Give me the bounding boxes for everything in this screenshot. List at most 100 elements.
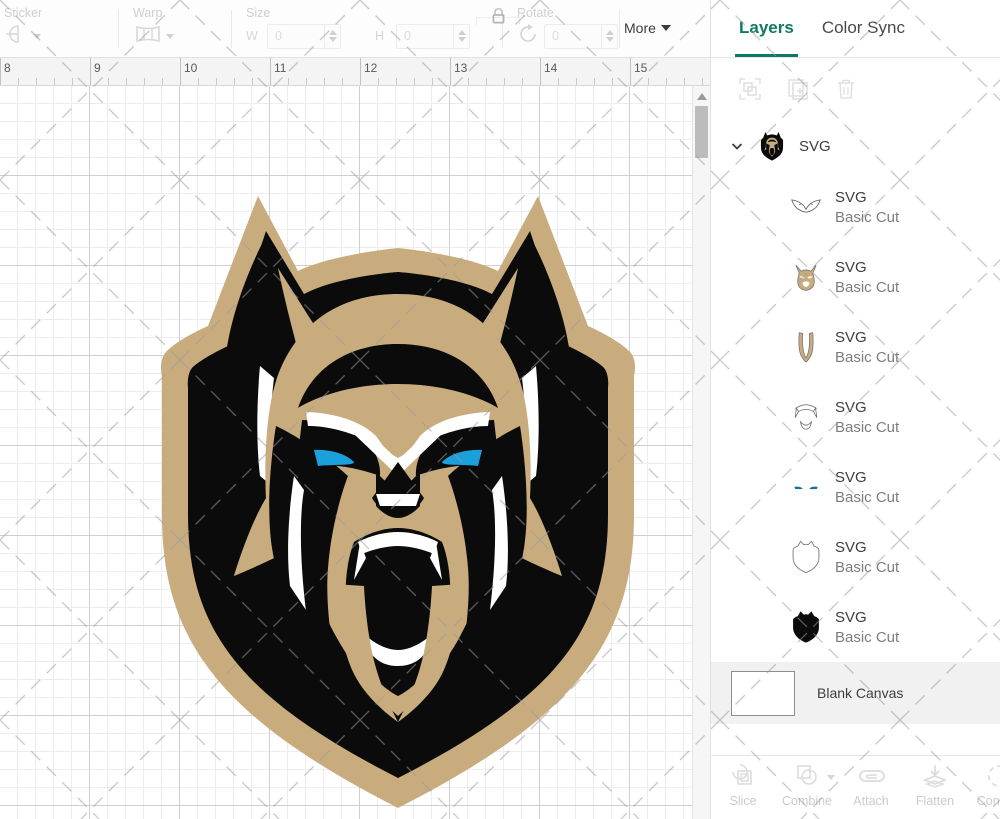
chevron-down-icon[interactable]	[729, 138, 745, 154]
list-item[interactable]: SVG Basic Cut	[711, 242, 1000, 312]
slice-label: Slice	[729, 794, 757, 808]
warp-label: Warp	[133, 6, 163, 20]
ruler-minor-tick	[72, 78, 73, 85]
height-value: 0	[404, 29, 411, 43]
size-label: Size	[246, 6, 271, 20]
scroll-up-arrow-icon[interactable]	[693, 88, 710, 104]
ruler-minor-tick	[162, 78, 163, 85]
warp-icon	[133, 23, 163, 50]
horizontal-ruler[interactable]: 8 9 10 11 12 13 14 15	[0, 58, 710, 86]
layer-group-thumbnail	[755, 129, 789, 163]
layer-subtitle: Basic Cut	[835, 628, 900, 646]
layer-title: SVG	[835, 538, 867, 556]
layer-subtitle: Basic Cut	[835, 208, 900, 226]
duplicate-icon	[788, 79, 808, 100]
ruler-minor-tick	[558, 78, 559, 85]
design-toolbar: Sticker Warp Size W 0 H 0 Rotate 0 More	[0, 0, 710, 58]
layer-subtitle: Basic Cut	[835, 488, 900, 506]
layer-thumbnail	[789, 470, 823, 504]
ruler-minor-tick	[468, 78, 469, 85]
ruler-minor-tick	[234, 78, 235, 85]
layer-subtitle: Basic Cut	[835, 348, 900, 366]
attach-button[interactable]: Attach	[839, 761, 903, 808]
ruler-minor-tick	[18, 78, 19, 85]
duplicate-layer-button[interactable]	[783, 74, 813, 104]
layers-panel: Layers Color Sync SVG SVG Basic Cut SVG …	[710, 0, 1000, 819]
group-icon	[739, 78, 761, 100]
canvas-pane: Sticker Warp Size W 0 H 0 Rotate 0 More …	[0, 0, 710, 819]
list-item[interactable]: SVG Basic Cut	[711, 452, 1000, 522]
sticker-tool-group[interactable]: Sticker	[0, 0, 118, 57]
contour-button[interactable]: Contour	[967, 761, 1000, 808]
layer-group-title: SVG	[799, 137, 831, 155]
layer-thumbnail	[789, 400, 823, 434]
combine-button[interactable]: Combine	[775, 761, 839, 808]
layer-title: SVG	[835, 608, 867, 626]
rotate-icon	[517, 23, 539, 50]
layer-title: SVG	[835, 398, 867, 416]
blank-canvas-row[interactable]: Blank Canvas	[711, 662, 1000, 724]
scrollbar-thumb[interactable]	[695, 106, 708, 158]
warp-dropdown-caret-icon[interactable]	[166, 33, 174, 39]
rotate-stepper[interactable]	[601, 24, 617, 48]
layer-title: SVG	[835, 468, 867, 486]
ruler-minor-tick	[378, 78, 379, 85]
layer-list[interactable]: SVG SVG Basic Cut SVG Basic Cut SVG Basi…	[711, 120, 1000, 755]
list-item[interactable]: SVG Basic Cut	[711, 382, 1000, 452]
ruler-minor-tick	[432, 78, 433, 85]
contour-icon	[986, 761, 1000, 791]
ruler-minor-tick	[342, 78, 343, 85]
warp-tool-group[interactable]: Warp	[119, 0, 231, 57]
list-item[interactable]: SVG Basic Cut	[711, 312, 1000, 382]
layer-thumbnail	[789, 260, 823, 294]
ruler-minor-tick	[324, 78, 325, 85]
layer-group-svg[interactable]: SVG	[711, 120, 1000, 172]
ruler-number: 11	[274, 61, 287, 75]
trash-icon	[838, 79, 854, 99]
blank-canvas-swatch	[731, 670, 795, 716]
rotate-input[interactable]: 0	[544, 23, 618, 49]
sticker-icon	[4, 23, 30, 50]
ruler-minor-tick	[612, 78, 613, 85]
attach-icon	[857, 761, 885, 791]
layer-action-bar	[711, 58, 1000, 120]
combine-icon	[794, 761, 820, 791]
canvas-vertical-scrollbar[interactable]	[692, 86, 710, 819]
ruler-minor-tick	[486, 78, 487, 85]
ruler-number: 13	[454, 61, 468, 75]
ruler-number: 15	[634, 61, 648, 75]
sticker-label: Sticker	[4, 6, 43, 20]
height-input[interactable]: 0	[396, 23, 470, 49]
layer-subtitle: Basic Cut	[835, 278, 900, 296]
layer-thumbnail	[789, 330, 823, 364]
combine-dropdown-caret-icon[interactable]	[827, 775, 835, 780]
width-input[interactable]: 0	[267, 23, 341, 49]
ruler-number: 9	[94, 61, 101, 75]
list-item[interactable]: SVG Basic Cut	[711, 522, 1000, 592]
ruler-minor-tick	[414, 78, 415, 85]
more-button[interactable]: More	[620, 20, 675, 36]
group-layers-button[interactable]	[735, 74, 765, 104]
delete-layer-button[interactable]	[831, 74, 861, 104]
ruler-minor-tick	[288, 78, 289, 85]
sticker-dropdown-caret-icon[interactable]	[33, 33, 41, 39]
ruler-minor-tick	[108, 78, 109, 85]
combine-label: Combine	[781, 794, 833, 808]
ruler-minor-tick	[666, 78, 667, 85]
width-stepper[interactable]	[324, 24, 340, 48]
list-item[interactable]: SVG Basic Cut	[711, 172, 1000, 242]
ruler-minor-tick	[684, 78, 685, 85]
contour-label: Contour	[976, 794, 1000, 808]
canvas-area[interactable]	[0, 86, 710, 819]
slice-button[interactable]: Slice	[711, 761, 775, 808]
wolf-mascot-artwork[interactable]	[148, 176, 648, 816]
height-prefix-label: H	[375, 29, 385, 43]
height-stepper[interactable]	[453, 24, 469, 48]
layer-thumbnail	[789, 540, 823, 574]
flatten-button[interactable]: Flatten	[903, 761, 967, 808]
flatten-label: Flatten	[915, 794, 955, 808]
tab-color-sync[interactable]: Color Sync	[822, 18, 905, 40]
ruler-minor-tick	[522, 78, 523, 85]
tab-layers[interactable]: Layers	[735, 18, 798, 57]
list-item[interactable]: SVG Basic Cut	[711, 592, 1000, 662]
